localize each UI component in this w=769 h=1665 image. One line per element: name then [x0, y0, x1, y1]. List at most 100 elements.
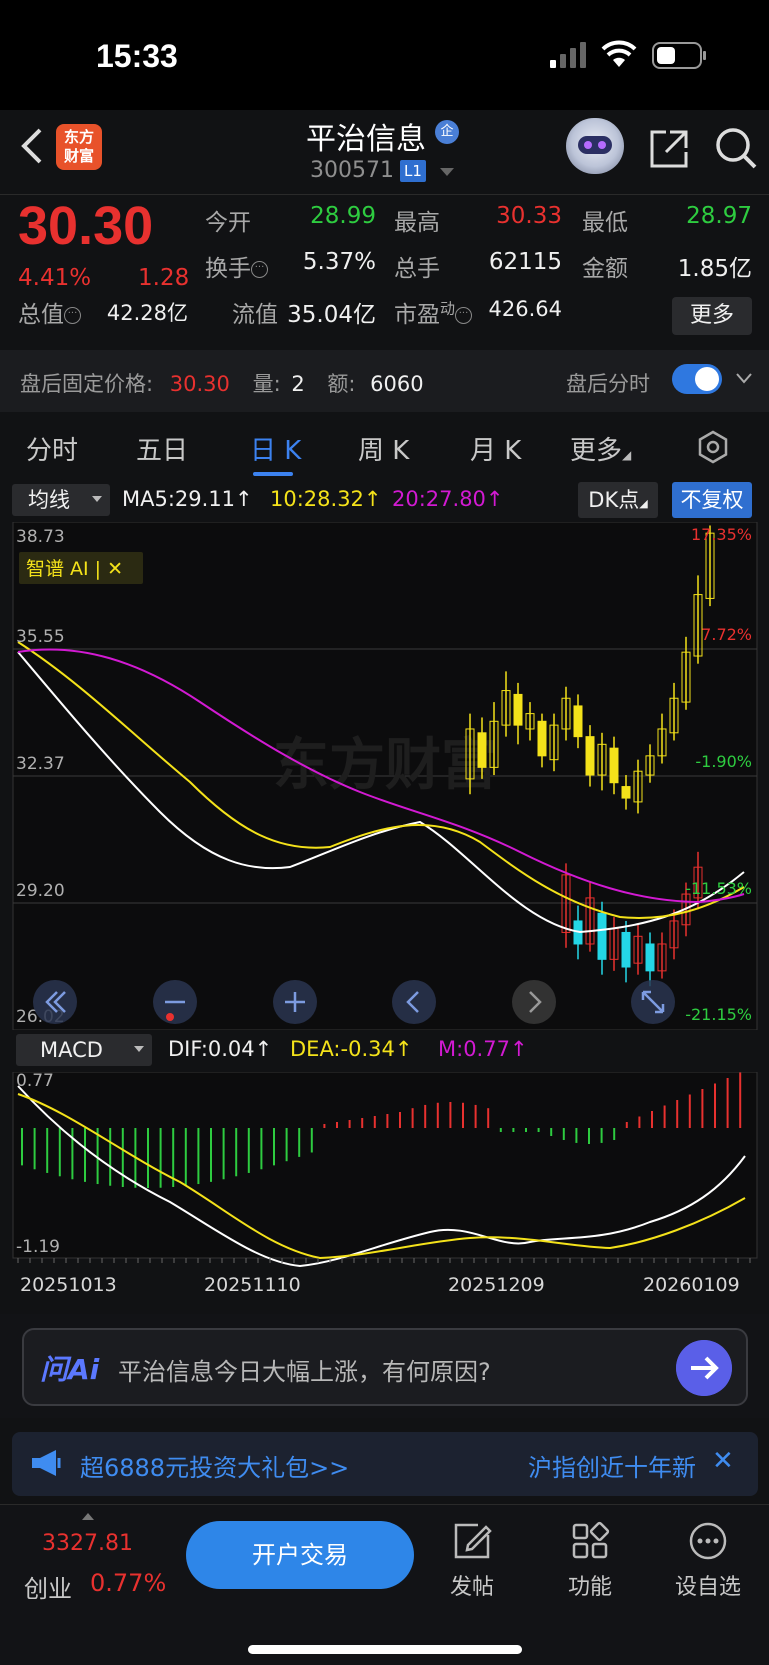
date-label-1: 20251013	[20, 1274, 117, 1296]
turnover-label: 换手 ···	[205, 249, 268, 283]
functions-button[interactable]: 功能	[550, 1521, 630, 1601]
double-left-icon[interactable]	[33, 980, 77, 1024]
macd-top-label: 0.77	[16, 1072, 54, 1091]
lower-candle	[645, 943, 655, 972]
ai-assistant-robot-icon[interactable]	[566, 118, 624, 174]
open-account-trade-button[interactable]: 开户交易	[186, 1521, 414, 1589]
macd-select[interactable]: MACD	[16, 1034, 152, 1066]
m-value: M:0.77↑	[438, 1037, 528, 1061]
battery-icon	[652, 42, 706, 69]
volume-label: 总手	[394, 256, 440, 282]
level-badge: L1	[400, 160, 426, 182]
kline-chart[interactable]: 东方财富 38.73 35.55 32.37 29.20 26.02 17.35…	[0, 522, 769, 1030]
date-axis-ticks	[17, 1258, 751, 1263]
tab-daily-k[interactable]: 日 K	[250, 430, 301, 467]
info-icon[interactable]: ···	[251, 261, 268, 278]
low-value: 28.97	[686, 203, 752, 229]
index-name[interactable]: 创业	[24, 1569, 72, 1604]
after-hours-toggle-label: 盘后分时	[566, 372, 650, 396]
close-icon[interactable]: ✕	[712, 1446, 734, 1476]
upper-candle	[573, 705, 583, 738]
low-label: 最低	[582, 210, 628, 236]
stock-switch-caret-icon[interactable]	[440, 168, 454, 176]
left-icon[interactable]	[392, 980, 436, 1024]
pe-label: 市盈动 ···	[394, 295, 473, 329]
change-percent: 4.41%	[18, 265, 92, 291]
tab-intraday[interactable]: 分时	[26, 430, 78, 467]
macd-legend-row: MACD DIF:0.04↑ DEA:-0.34↑ M:0.77↑	[0, 1032, 769, 1072]
date-label-3: 20251209	[448, 1274, 545, 1296]
tab-underline	[253, 472, 293, 476]
amount-label: 金额	[582, 256, 628, 282]
dif-value: DIF:0.04↑	[168, 1037, 273, 1061]
tab-weekly-k[interactable]: 周 K	[358, 430, 409, 467]
expand-up-icon[interactable]	[82, 1513, 94, 1520]
edit-icon	[454, 1523, 492, 1559]
ask-ai-question[interactable]: 平治信息今日大幅上涨，有何原因?	[118, 1352, 491, 1387]
right-icon[interactable]	[512, 980, 556, 1024]
after-hours-toggle[interactable]	[672, 364, 722, 394]
info-icon[interactable]: ···	[64, 307, 81, 324]
ma-legend-row: 均线 MA5:29.11↑ 10:28.32↑ 20:27.80↑ DK点◢ 不…	[0, 482, 769, 522]
stock-name[interactable]: 平治信息	[306, 114, 426, 158]
share-icon[interactable]	[648, 128, 690, 170]
fullscreen-icon[interactable]	[631, 980, 675, 1024]
date-label-4: 20260109	[643, 1274, 740, 1296]
stock-code[interactable]: 300571	[310, 158, 394, 183]
chevron-down-icon[interactable]	[736, 370, 752, 386]
after-hours-bar: 盘后固定价格: 30.30 量: 2 额: 6060 盘后分时	[0, 350, 769, 412]
pct-label-4: -11.53%	[685, 879, 752, 898]
info-icon[interactable]: ···	[455, 307, 473, 324]
mktcap-label: 总值 ···	[18, 295, 81, 329]
upper-candle	[537, 720, 547, 757]
ticker-news-text[interactable]: 沪指创近十年新	[528, 1448, 696, 1483]
tab-monthly-k[interactable]: 月 K	[470, 430, 521, 467]
lower-candle	[621, 931, 631, 968]
set-watchlist-button[interactable]: 设自选	[668, 1521, 748, 1601]
tab-five-day[interactable]: 五日	[136, 430, 188, 467]
megaphone-icon	[32, 1450, 61, 1476]
more-dots-icon	[689, 1522, 727, 1560]
ticker-promo-text[interactable]: 超6888元投资大礼包>>	[80, 1448, 349, 1483]
watermark: 东方财富	[273, 733, 497, 798]
send-arrow-icon[interactable]	[676, 1340, 732, 1396]
ai-tag[interactable]: 智谱 AI | ✕	[26, 558, 123, 580]
ask-ai-input[interactable]: 问Ai 平治信息今日大幅上涨，有何原因?	[22, 1328, 748, 1406]
adjust-mode-button[interactable]: 不复权	[672, 482, 752, 518]
more-quote-button[interactable]: 更多	[672, 297, 752, 335]
app-logo[interactable]: 东方 财富	[56, 124, 102, 170]
post-button[interactable]: 发帖	[432, 1521, 512, 1601]
news-ticker[interactable]: 超6888元投资大礼包>> 沪指创近十年新 ✕	[12, 1432, 758, 1496]
mktcap-value: 42.28亿	[106, 301, 188, 325]
grid-icon	[572, 1521, 610, 1559]
ma10-value: 10:28.32↑	[270, 487, 382, 511]
turnover-value: 5.37%	[302, 249, 376, 275]
price-label-2: 35.55	[16, 627, 65, 647]
float-value: 35.04亿	[287, 302, 376, 328]
stock-header: 东方 财富 平治信息 企 300571 L1	[0, 110, 769, 194]
quote-panel: 30.30 4.41% 1.28 今开 28.99 最高 30.33 最低 28…	[0, 194, 769, 350]
open-value: 28.99	[310, 203, 376, 229]
dk-point-button[interactable]: DK点◢	[578, 482, 658, 518]
after-hours-info: 盘后固定价格: 30.30 量: 2 额: 6060	[20, 372, 424, 396]
macd-bottom-label: -1.19	[16, 1237, 60, 1257]
gear-icon[interactable]	[696, 430, 730, 464]
pct-label-bottom: -21.15%	[685, 1005, 752, 1024]
current-price: 30.30	[18, 196, 154, 256]
index-change[interactable]: 0.77%	[90, 1569, 166, 1597]
indicator-select[interactable]: 均线	[12, 484, 110, 516]
macd-chart[interactable]: 0.77 -1.19 20251013 20251110 20251209 20…	[0, 1072, 769, 1314]
zoom-out-icon[interactable]	[153, 980, 197, 1024]
index-value[interactable]: 3327.81	[42, 1531, 133, 1556]
signal-icon	[550, 42, 586, 68]
date-label-2: 20251110	[204, 1274, 301, 1296]
high-label: 最高	[394, 210, 440, 236]
upper-candle	[585, 736, 595, 776]
back-icon[interactable]	[18, 126, 48, 166]
tab-more[interactable]: 更多◢	[570, 430, 631, 467]
volume-value: 62115	[488, 249, 562, 275]
search-icon[interactable]	[714, 126, 758, 170]
bottom-bar: 3327.81 创业 0.77% 开户交易 发帖 功能 设自选	[0, 1504, 769, 1665]
zoom-in-icon[interactable]	[273, 980, 317, 1024]
wifi-icon	[601, 40, 637, 67]
